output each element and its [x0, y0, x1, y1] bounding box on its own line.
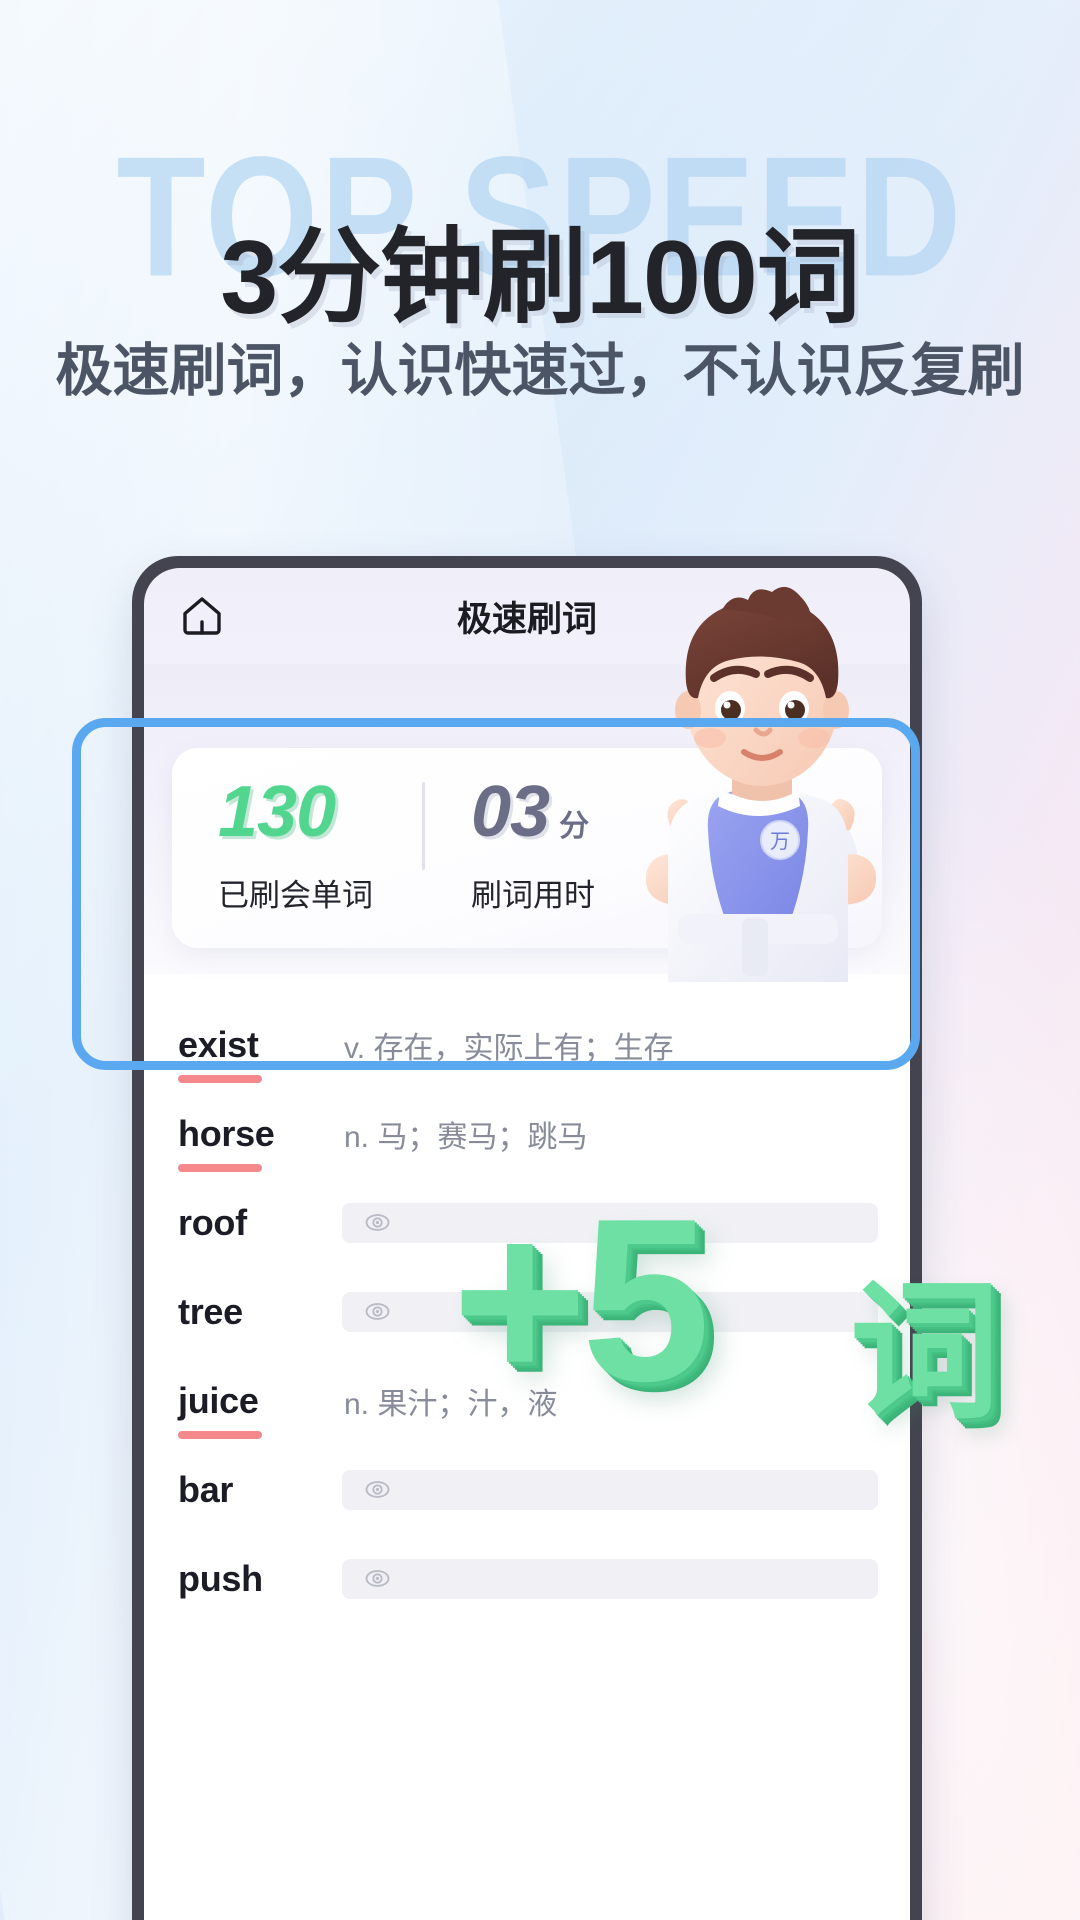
word-term: tree [178, 1290, 243, 1332]
phone-mockup: 极速刷词 130 已刷会单词 03 分 刷词用时 万 exist v. 存在，实… [132, 556, 922, 1920]
stat-label-words: 已刷会单词 [218, 878, 373, 913]
word-list: exist v. 存在，实际上有；生存 horse n. 马；赛马；跳马 roof tre… [144, 974, 910, 1623]
mascot-badge-char: 万 [770, 831, 790, 853]
eye-icon[interactable] [364, 1476, 391, 1503]
page-title: 3分钟刷100词 [220, 220, 860, 336]
stats-band: 130 已刷会单词 03 分 刷词用时 万 [144, 586, 910, 982]
page-subtitle: 极速刷词，认识快速过，不认识反复刷 [55, 339, 1025, 403]
word-definition: n. 马；赛马；跳马 [344, 1120, 588, 1154]
word-definition-mask[interactable] [342, 1558, 878, 1599]
mascot-3d-boy-thumbs-up: 万 [645, 586, 876, 982]
word-definition: v. 存在，实际上有；生存 [344, 1031, 674, 1065]
eye-icon[interactable] [364, 1209, 391, 1236]
eye-icon[interactable] [364, 1298, 391, 1325]
word-row[interactable]: roof [144, 1178, 910, 1267]
stat-words-learned: 130 已刷会单词 [172, 748, 422, 915]
word-row[interactable]: push [144, 1534, 910, 1623]
word-row[interactable]: juice n. 果汁；汁，液 [144, 1356, 910, 1445]
word-term: roof [178, 1201, 247, 1243]
word-term: bar [178, 1468, 234, 1510]
word-definition: n. 果汁；汁，液 [344, 1387, 558, 1421]
eye-icon[interactable] [364, 1565, 391, 1592]
word-row[interactable]: horse n. 马；赛马；跳马 [144, 1089, 910, 1178]
word-row[interactable]: tree [144, 1267, 910, 1356]
word-term: juice [178, 1380, 320, 1439]
stat-value-words: 130 [218, 772, 336, 852]
word-row[interactable]: exist v. 存在，实际上有；生存 [144, 1000, 910, 1089]
word-term: exist [178, 1024, 320, 1083]
word-definition-mask[interactable] [342, 1469, 878, 1510]
word-term: push [178, 1557, 263, 1599]
word-row[interactable]: bar [144, 1445, 910, 1534]
phone-screen: 极速刷词 130 已刷会单词 03 分 刷词用时 万 exist v. 存在，实… [144, 568, 910, 1920]
word-definition-mask[interactable] [342, 1291, 878, 1332]
word-term: horse [178, 1113, 320, 1172]
home-icon[interactable] [178, 592, 226, 640]
word-definition-mask[interactable] [342, 1202, 878, 1243]
